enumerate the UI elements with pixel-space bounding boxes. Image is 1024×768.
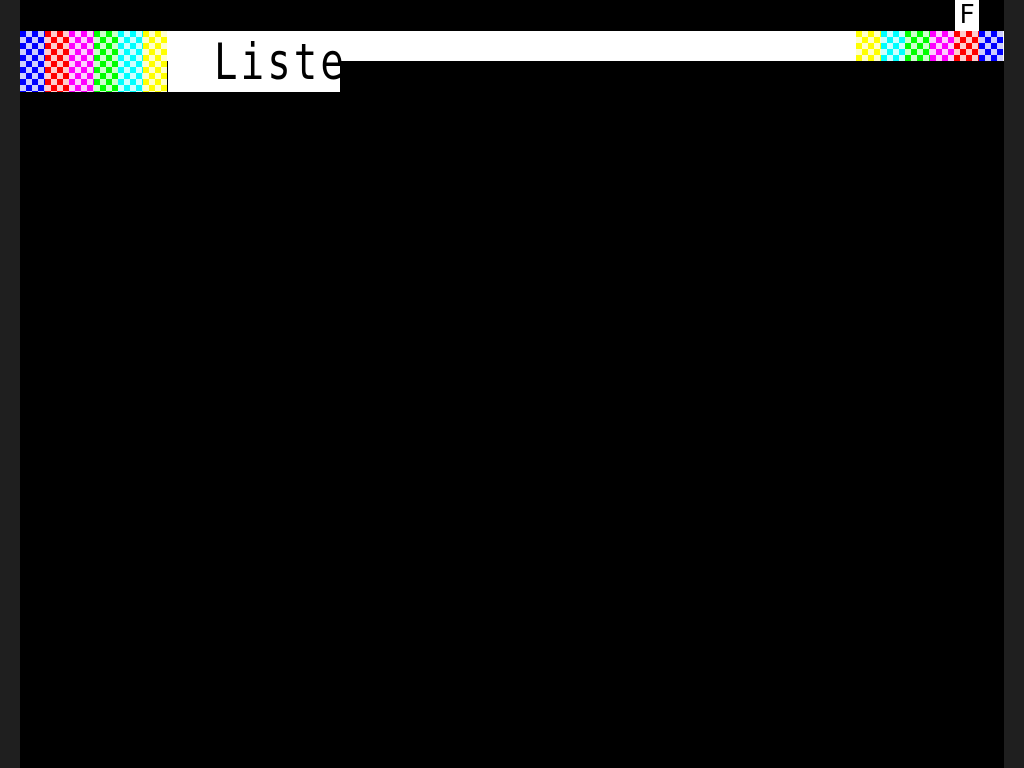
right-color-block-6 — [978, 31, 1003, 61]
color-stripe-right — [856, 31, 1003, 61]
left-color-block-2 — [44, 31, 69, 92]
right-color-block-1 — [856, 31, 881, 61]
color-stripe-left — [20, 31, 167, 92]
left-color-block-5 — [118, 31, 143, 92]
right-color-block-5 — [954, 31, 979, 61]
right-color-block-3 — [905, 31, 930, 61]
left-color-block-3 — [69, 31, 94, 92]
teletext-screen: Liste F — [20, 0, 1004, 768]
right-color-block-4 — [929, 31, 954, 61]
mode-indicator: F — [955, 0, 979, 31]
left-color-block-6 — [142, 31, 167, 92]
title-tab: Liste — [168, 31, 344, 92]
left-color-block-1 — [20, 31, 45, 92]
page-title: Liste — [214, 33, 348, 91]
right-color-block-2 — [880, 31, 905, 61]
left-color-block-4 — [93, 31, 118, 92]
